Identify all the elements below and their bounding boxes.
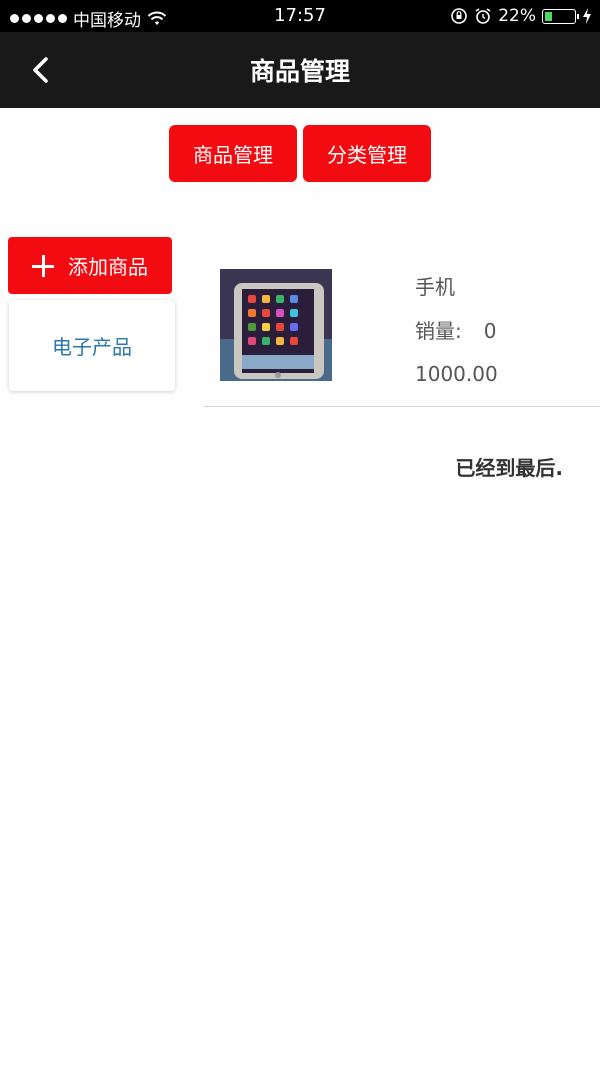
alarm-icon: [475, 8, 491, 24]
navigation-bar: 商品管理: [0, 32, 600, 108]
charging-bolt-icon: [583, 8, 591, 24]
battery-percent: 22%: [498, 6, 536, 26]
product-list-item[interactable]: 手机 销量: 0 1000.00: [204, 255, 600, 407]
add-product-button[interactable]: 添加商品: [8, 237, 172, 294]
add-product-label: 添加商品: [68, 255, 148, 279]
sales-label: 销量:: [415, 319, 462, 343]
product-thumbnail: [220, 269, 332, 381]
orientation-lock-icon: [451, 8, 468, 24]
product-name: 手机: [415, 275, 455, 299]
page-title: 商品管理: [249, 57, 350, 86]
status-bar: 中国移动 17:57 22%: [0, 0, 600, 32]
tab-bar: 商品管理 分类管理: [169, 125, 431, 182]
product-sales: 销量: 0: [415, 315, 496, 344]
tab-category-management[interactable]: 分类管理: [303, 125, 431, 182]
status-right: 22%: [450, 6, 592, 26]
tab-product-management[interactable]: 商品管理: [169, 125, 297, 182]
battery-icon: [542, 8, 579, 24]
category-item-electronics[interactable]: 电子产品: [9, 300, 175, 391]
plus-icon: [32, 254, 54, 277]
product-price: 1000.00: [415, 362, 498, 386]
end-of-list-text: 已经到最后.: [455, 456, 563, 480]
sales-value: 0: [483, 319, 497, 343]
phone-photo-image: [220, 269, 332, 381]
